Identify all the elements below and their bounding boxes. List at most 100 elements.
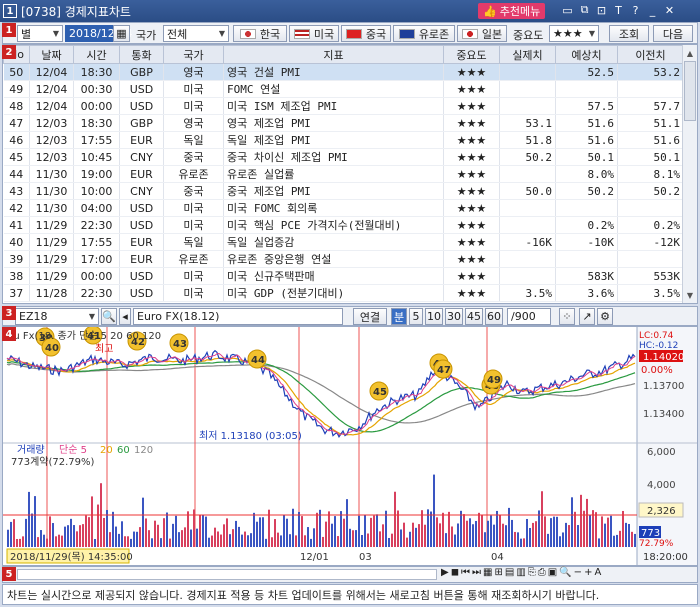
- column-header[interactable]: 시간: [73, 45, 120, 64]
- table-row[interactable]: 41 11/29 22:30 USD 미국 미국 핵심 PCE 가격지수(전월대비) ★★★…: [3, 216, 684, 234]
- chart-tool-button-1[interactable]: ⁘: [559, 308, 575, 325]
- search-button[interactable]: 조회: [609, 25, 649, 42]
- table-cell: 중국 제조업 PMI: [223, 182, 444, 200]
- table-row[interactable]: 44 11/30 19:00 EUR 유로존 유로존 실업률 ★★★ 8.0% 8.1%: [3, 165, 684, 183]
- chart-split-icon[interactable]: ▥: [516, 567, 525, 578]
- recommend-menu-button[interactable]: 👍 추천메뉴: [478, 3, 546, 19]
- period-select[interactable]: 별 ▼: [17, 25, 63, 42]
- restore-icon[interactable]: ⧉: [578, 3, 591, 17]
- date-input[interactable]: 2018/12/04: [65, 25, 132, 42]
- zoom-out-icon[interactable]: −: [574, 567, 582, 578]
- column-header[interactable]: 이전치: [617, 45, 684, 64]
- step-forward-icon[interactable]: ⏭: [472, 567, 481, 578]
- period-tab-minute[interactable]: 분: [391, 308, 407, 325]
- table-cell: 12/04: [29, 63, 74, 81]
- scroll-down-icon[interactable]: ▼: [684, 288, 696, 302]
- column-header[interactable]: 중요도: [443, 45, 500, 64]
- volume-bar: [22, 536, 24, 547]
- step-back-icon[interactable]: ⏮: [461, 567, 470, 578]
- column-header[interactable]: 날짜: [29, 45, 74, 64]
- table-cell: 10:00: [73, 182, 120, 200]
- volume-bar: [124, 536, 126, 547]
- country-china-button[interactable]: 중국: [341, 25, 391, 42]
- volume-bar: [277, 532, 279, 547]
- line-tool-icon: ↗: [582, 310, 592, 323]
- window-title: [0738] 경제지표차트: [21, 4, 131, 19]
- link-button[interactable]: 연결: [353, 308, 387, 325]
- table-row[interactable]: 48 12/04 00:00 USD 미국 미국 ISM 제조업 PMI ★★★ 57.5 57…: [3, 97, 684, 115]
- table-scrollbar[interactable]: ▲ ▼: [682, 45, 697, 303]
- chart-settings-button[interactable]: ⚙: [597, 308, 613, 325]
- importance-select[interactable]: ★★★ ▼: [549, 25, 599, 42]
- period-tab-10[interactable]: 10: [425, 308, 443, 325]
- table-cell: [499, 80, 556, 98]
- table-row[interactable]: 49 12/04 00:30 USD 미국 FOMC 연설 ★★★: [3, 80, 684, 98]
- chart-tool-button-2[interactable]: ↗: [579, 308, 595, 325]
- play-icon[interactable]: ▶: [441, 567, 449, 578]
- chart-grid-icon[interactable]: ▦: [483, 567, 492, 578]
- period-tab-45[interactable]: 45: [465, 308, 483, 325]
- table-row[interactable]: 40 11/29 17:55 EUR 독일 독일 실업증감 ★★★ -16K -10K -12K: [3, 233, 684, 251]
- table-row[interactable]: 45 12/03 10:45 CNY 중국 중국 차이신 제조업 PMI ★★★ 50.2 50…: [3, 148, 684, 166]
- chart-scrollbar[interactable]: [17, 569, 437, 580]
- chart-layout-icon[interactable]: ▤: [505, 567, 514, 578]
- text-size-icon[interactable]: T: [612, 3, 625, 17]
- minimize-icon[interactable]: _: [646, 3, 659, 17]
- window-icon[interactable]: ▭: [561, 3, 574, 17]
- calendar-button[interactable]: ▦: [113, 25, 130, 42]
- table-row[interactable]: 42 11/30 04:00 USD 미국 미국 FOMC 회의록 ★★★: [3, 199, 684, 217]
- help-icon[interactable]: ?: [629, 3, 642, 17]
- chart-svg[interactable]: 3940414243444546474849 1.14020 0.00% LC:…: [3, 327, 697, 565]
- symbol-prev-button[interactable]: ◂: [119, 308, 131, 325]
- price-legend: Eu Fx(18. 종가 단순 5 20 60 120: [7, 330, 161, 342]
- table-cell: 독일: [163, 131, 224, 149]
- chart-lock-icon[interactable]: ⊞: [494, 567, 502, 578]
- close-icon[interactable]: ✕: [663, 3, 676, 17]
- volume-bar: [478, 512, 480, 547]
- table-cell: 3.6%: [555, 284, 618, 302]
- chart-save-icon[interactable]: ▣: [548, 567, 557, 578]
- country-usa-button[interactable]: 미국: [289, 25, 339, 42]
- table-row[interactable]: 46 12/03 17:55 EUR 독일 독일 제조업 PMI ★★★ 51.8 51.6 51…: [3, 131, 684, 149]
- table-row[interactable]: 47 12/03 18:30 GBP 영국 영국 제조업 PMI ★★★ 53.1 51.6 51…: [3, 114, 684, 132]
- country-korea-button[interactable]: 한국: [233, 25, 287, 42]
- country-select[interactable]: 전체 ▼: [163, 25, 229, 42]
- zoom-icon[interactable]: 🔍: [559, 567, 571, 578]
- country-eu-button[interactable]: 유로존: [393, 25, 455, 42]
- volume-bar: [376, 514, 378, 547]
- period-tab-60[interactable]: 60: [485, 308, 503, 325]
- chart-print-icon[interactable]: ⎙: [538, 567, 546, 578]
- period-tab-30[interactable]: 30: [445, 308, 463, 325]
- symbol-code-input[interactable]: EZ18 ▼: [15, 308, 99, 325]
- scrollbar-thumb[interactable]: [684, 61, 696, 121]
- period-tab-5[interactable]: 5: [409, 308, 423, 325]
- zoom-in-icon[interactable]: +: [584, 567, 592, 578]
- column-header[interactable]: 지표: [223, 45, 444, 64]
- column-header[interactable]: 국가: [163, 45, 224, 64]
- bar-count-input[interactable]: /900: [507, 308, 551, 325]
- table-row[interactable]: 39 11/29 17:00 EUR 유로존 유로존 중앙은행 연설 ★★★: [3, 250, 684, 268]
- price-chart[interactable]: 3940414243444546474849 1.14020 0.00% LC:…: [2, 326, 698, 566]
- column-header[interactable]: 실제치: [499, 45, 556, 64]
- symbol-search-button[interactable]: 🔍: [101, 308, 117, 325]
- table-row[interactable]: 37 11/28 22:30 USD 미국 미국 GDP (전분기대비) ★★★ 3.5% 3.…: [3, 284, 684, 302]
- table-row[interactable]: 50 12/04 18:30 GBP 영국 영국 건설 PMI ★★★ 52.5 53.2: [3, 63, 684, 81]
- column-header[interactable]: 통화: [119, 45, 164, 64]
- volume-bar: [76, 531, 78, 547]
- volume-bar: [106, 510, 108, 547]
- next-button[interactable]: 다음: [653, 25, 693, 42]
- scroll-up-icon[interactable]: ▲: [684, 46, 696, 60]
- pause-icon[interactable]: ◼: [451, 567, 459, 578]
- font-size-icon[interactable]: A: [594, 567, 601, 578]
- volume-bar: [133, 531, 135, 547]
- volume-bar: [577, 525, 579, 547]
- column-header[interactable]: 예상치: [555, 45, 618, 64]
- chart-copy-icon[interactable]: ⎘: [528, 567, 536, 578]
- table-row[interactable]: 38 11/29 00:00 USD 미국 미국 신규주택판매 ★★★ 583K 553K: [3, 267, 684, 285]
- volume-tick: 4,000: [647, 480, 676, 491]
- table-cell: 57.5: [555, 97, 618, 115]
- pin-icon[interactable]: ⊡: [595, 3, 608, 17]
- country-japan-button[interactable]: 일본: [457, 25, 507, 42]
- volume-bar: [343, 518, 345, 547]
- table-row[interactable]: 43 11/30 10:00 CNY 중국 중국 제조업 PMI ★★★ 50.0 50.2 50…: [3, 182, 684, 200]
